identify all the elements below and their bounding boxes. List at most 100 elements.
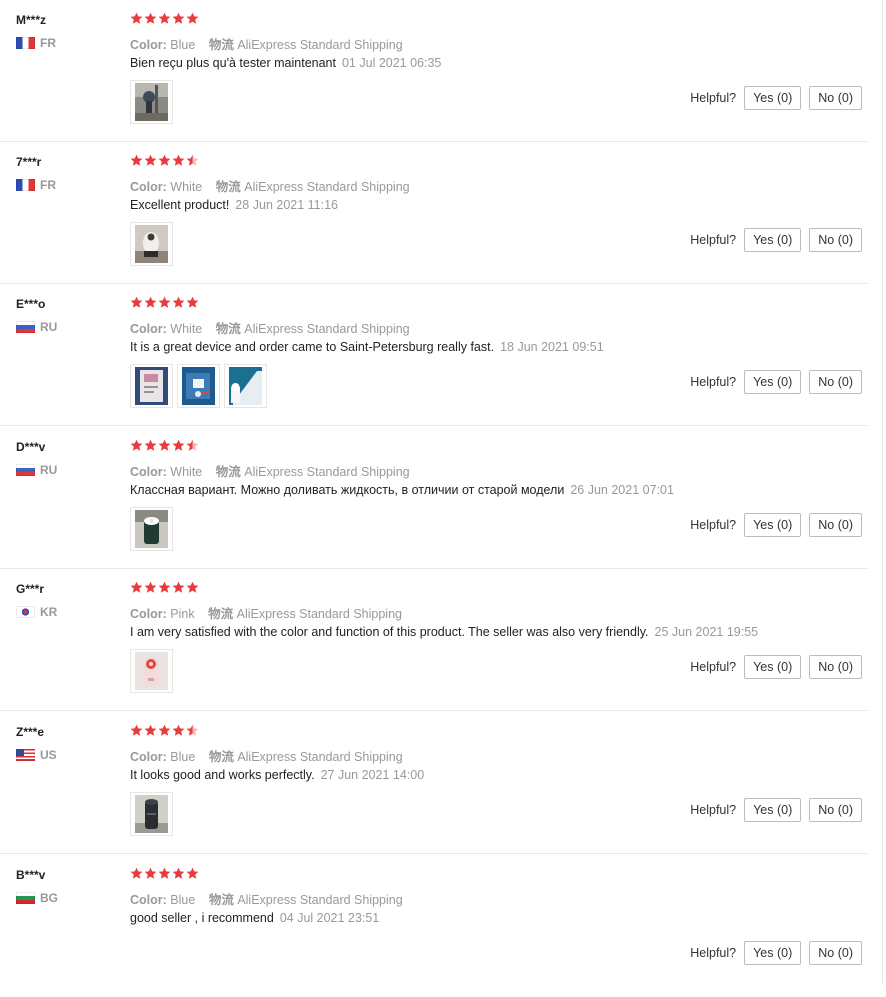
shipping-value: AliExpress Standard Shipping [237, 38, 403, 52]
shipping-key: 物流 [208, 38, 234, 52]
yes-button[interactable]: Yes (0) [744, 370, 802, 394]
review-photos [130, 507, 173, 551]
review-photo-thumbnail[interactable] [130, 222, 173, 266]
review-date: 18 Jun 2021 09:51 [500, 340, 604, 354]
photo-pink-device [135, 652, 168, 690]
color-value: Blue [170, 38, 196, 52]
star-icon [172, 439, 185, 451]
shipping-value: AliExpress Standard Shipping [244, 322, 410, 336]
photo-green-device [135, 510, 168, 548]
star-rating [130, 296, 199, 310]
yes-button[interactable]: Yes (0) [744, 798, 802, 822]
star-icon [172, 154, 185, 166]
star-icon [186, 12, 199, 24]
review-date: 27 Jun 2021 14:00 [320, 768, 425, 782]
review-date: 01 Jul 2021 06:35 [341, 56, 442, 70]
star-icon [172, 296, 185, 308]
review-text: It is a great device and order came to S… [130, 340, 604, 354]
country-code: US [40, 747, 57, 762]
review-photo-thumbnail[interactable] [130, 364, 173, 408]
star-icon [130, 724, 143, 736]
country-code: RU [40, 319, 58, 334]
color-value: White [170, 180, 203, 194]
shipping-key: 物流 [215, 465, 241, 479]
star-icon [158, 12, 171, 24]
star-icon [144, 296, 157, 308]
helpful-label: Helpful? [690, 946, 737, 960]
helpful-vote: Helpful? Yes (0) No (0) [690, 86, 862, 110]
no-button[interactable]: No (0) [809, 228, 862, 252]
review-photo-thumbnail[interactable] [130, 792, 173, 836]
star-icon [130, 296, 143, 308]
review-body: It looks good and works perfectly. [130, 768, 315, 782]
review-text: Bien reçu plus qu'à tester maintenant 01 … [130, 56, 441, 70]
yes-button[interactable]: Yes (0) [744, 655, 802, 679]
review-photo-thumbnail[interactable] [177, 364, 220, 408]
star-rating [130, 867, 199, 881]
review-photo-thumbnail[interactable] [130, 80, 173, 124]
review-photos [130, 222, 173, 266]
star-icon [186, 154, 199, 166]
review-body: Bien reçu plus qu'à tester maintenant [130, 56, 336, 70]
review-item: M***z FR Color: Blue 物流 AliExpress Stand… [0, 0, 868, 142]
shipping-key: 物流 [208, 750, 234, 764]
review-body: I am very satisfied with the color and f… [130, 625, 649, 639]
color-key: Color: [130, 607, 167, 621]
review-photos [130, 364, 267, 408]
helpful-label: Helpful? [690, 375, 737, 389]
review-body: Excellent product! [130, 198, 230, 212]
star-icon [144, 581, 157, 593]
review-photos [130, 80, 173, 124]
review-text: Классная вариант. Можно доливать жидкост… [130, 483, 674, 497]
review-meta: Color: White 物流 AliExpress Standard Ship… [130, 461, 410, 480]
yes-button[interactable]: Yes (0) [744, 228, 802, 252]
yes-button[interactable]: Yes (0) [744, 941, 802, 965]
review-photo-thumbnail[interactable] [224, 364, 267, 408]
helpful-vote: Helpful? Yes (0) No (0) [690, 798, 862, 822]
review-body: Классная вариант. Можно доливать жидкост… [130, 483, 565, 497]
review-photo-thumbnail[interactable] [130, 649, 173, 693]
usa-flag-icon [16, 748, 35, 761]
star-icon [144, 154, 157, 166]
yes-button[interactable]: Yes (0) [744, 86, 802, 110]
no-button[interactable]: No (0) [809, 798, 862, 822]
shipping-value: AliExpress Standard Shipping [244, 180, 410, 194]
star-icon [158, 296, 171, 308]
helpful-label: Helpful? [690, 91, 737, 105]
reviewer-name: G***r [16, 582, 45, 596]
shipping-key: 物流 [215, 180, 241, 194]
south-korea-flag-icon [16, 605, 35, 618]
no-button[interactable]: No (0) [809, 655, 862, 679]
review-item: B***v BG Color: Blue 物流 AliExpress Stand… [0, 855, 868, 997]
star-rating [130, 581, 199, 595]
yes-button[interactable]: Yes (0) [744, 513, 802, 537]
review-item: G***r KR Color: Pink 物流 AliExpress Stand… [0, 569, 868, 711]
review-photos [130, 792, 173, 836]
star-icon [158, 439, 171, 451]
review-photo-thumbnail[interactable] [130, 507, 173, 551]
review-text: I am very satisfied with the color and f… [130, 625, 758, 639]
star-icon [144, 12, 157, 24]
color-key: Color: [130, 750, 167, 764]
no-button[interactable]: No (0) [809, 86, 862, 110]
star-icon [158, 154, 171, 166]
star-icon [186, 439, 199, 451]
no-button[interactable]: No (0) [809, 941, 862, 965]
review-date: 26 Jun 2021 07:01 [570, 483, 674, 497]
star-icon [186, 867, 199, 879]
france-flag-icon [16, 36, 35, 49]
no-button[interactable]: No (0) [809, 513, 862, 537]
color-key: Color: [130, 180, 167, 194]
star-icon [186, 724, 199, 736]
review-meta: Color: White 物流 AliExpress Standard Ship… [130, 318, 410, 337]
scrollbar-track [882, 0, 883, 983]
review-meta: Color: Pink 物流 AliExpress Standard Shipp… [130, 603, 402, 622]
review-body: good seller , i recommend [130, 911, 274, 925]
review-body: It is a great device and order came to S… [130, 340, 495, 354]
country-code: FR [40, 35, 56, 50]
no-button[interactable]: No (0) [809, 370, 862, 394]
review-date: 28 Jun 2021 11:16 [235, 198, 338, 212]
color-key: Color: [130, 465, 167, 479]
review-item: 7***r FR Color: White 物流 AliExpress Stan… [0, 142, 868, 284]
star-icon [144, 439, 157, 451]
